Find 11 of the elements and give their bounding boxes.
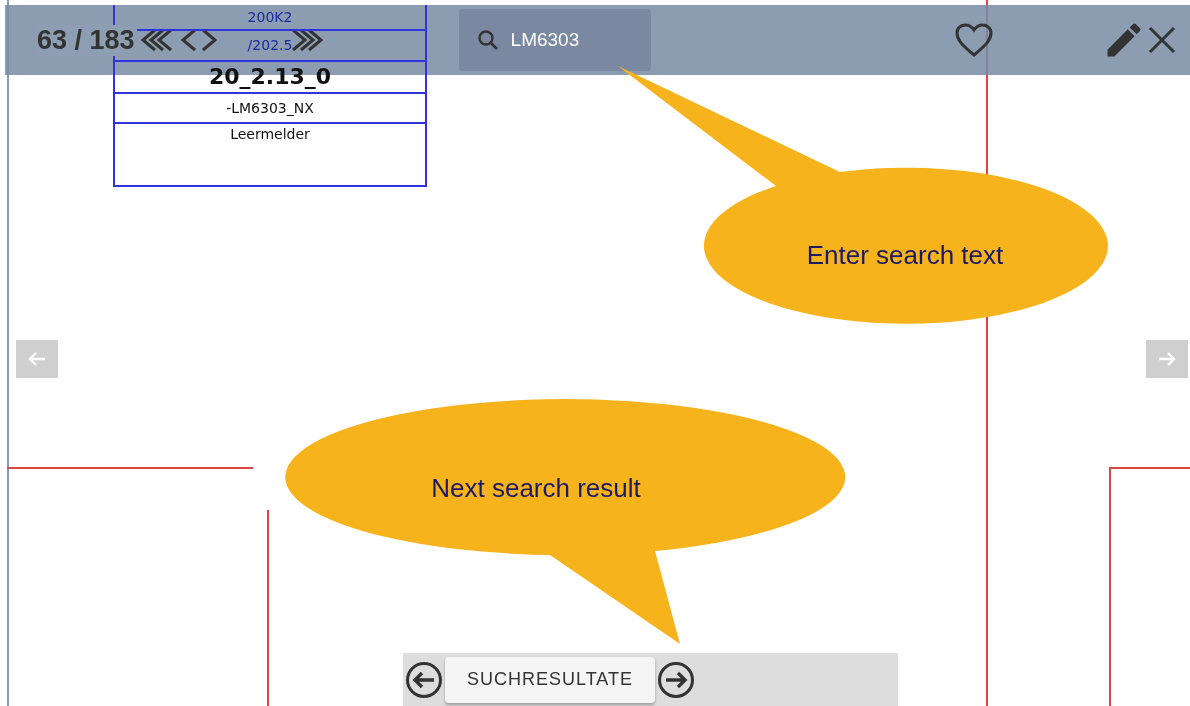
- page-counter: 63 / 183: [37, 24, 137, 56]
- schematic-label: 20_2.13_0: [208, 64, 332, 90]
- callout-text: Next search result: [431, 472, 641, 504]
- schematic-label: Leermelder: [230, 125, 310, 143]
- schematic-label: -LM6303_NX: [226, 99, 314, 116]
- search-input[interactable]: LM6303: [508, 28, 633, 52]
- search-results-button[interactable]: SUCHRESULTATE: [445, 656, 656, 703]
- schematic-label: /202.5: [247, 37, 293, 54]
- schematic-label: 200K2: [247, 8, 293, 25]
- callout-text: Enter search text: [806, 239, 1004, 271]
- search-field[interactable]: LM6303: [458, 9, 651, 71]
